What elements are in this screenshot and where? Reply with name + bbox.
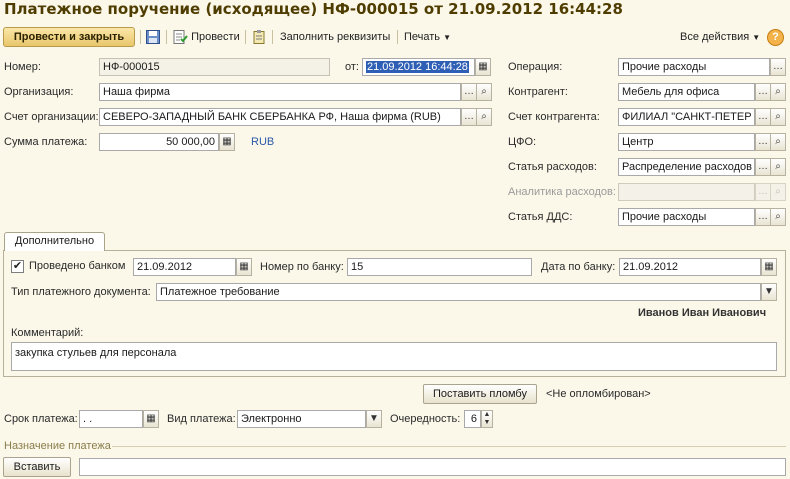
search-icon[interactable]: ⌕ bbox=[476, 83, 492, 101]
calendar-icon[interactable]: ▦ bbox=[236, 258, 252, 276]
print-label: Печать bbox=[404, 31, 441, 43]
priority-label: Очередность: bbox=[390, 413, 461, 425]
responsible-name: Иванов Иван Иванович bbox=[638, 307, 767, 319]
cp-account-field[interactable]: ФИЛИАЛ "САНКТ-ПЕТЕР bbox=[618, 108, 755, 126]
date-value: 21.09.2012 16:44:28 bbox=[366, 61, 469, 73]
clipboard-icon[interactable] bbox=[251, 28, 267, 46]
org-account-field[interactable]: СЕВЕРО-ЗАПАДНЫЙ БАНК СБЕРБАНКА РФ, Наша … bbox=[99, 108, 461, 126]
bank-number-field[interactable]: 15 bbox=[347, 258, 532, 276]
toolbar-separator bbox=[166, 30, 167, 44]
operation-field[interactable]: Прочие расходы bbox=[618, 58, 770, 76]
toolbar: Провести и закрыть Провести Заполнить ре… bbox=[0, 25, 790, 49]
select-ellipsis-icon[interactable]: … bbox=[770, 58, 786, 76]
dropdown-arrow-icon[interactable]: ▼ bbox=[366, 410, 382, 428]
search-icon[interactable]: ⌕ bbox=[770, 83, 786, 101]
date-label: от: bbox=[345, 61, 359, 73]
toolbar-separator bbox=[397, 30, 398, 44]
dds-label: Статья ДДС: bbox=[508, 211, 573, 223]
search-icon[interactable]: ⌕ bbox=[476, 108, 492, 126]
cfo-label: ЦФО: bbox=[508, 136, 537, 148]
select-ellipsis-icon: … bbox=[755, 183, 771, 201]
select-ellipsis-icon[interactable]: … bbox=[755, 208, 771, 226]
post-button[interactable]: Провести bbox=[172, 28, 240, 46]
post-icon bbox=[173, 30, 188, 45]
bank-posted-date-field[interactable]: 21.09.2012 bbox=[133, 258, 236, 276]
doc-type-label: Тип платежного документа: bbox=[11, 286, 151, 298]
operation-label: Операция: bbox=[508, 61, 563, 73]
amount-label: Сумма платежа: bbox=[4, 136, 88, 148]
amount-field[interactable]: 50 000,00 bbox=[99, 133, 219, 151]
bank-posted-label: Проведено банком bbox=[29, 260, 126, 272]
expense-analytics-field bbox=[618, 183, 755, 201]
currency-link[interactable]: RUB bbox=[251, 136, 274, 148]
priority-field[interactable]: 6 bbox=[464, 410, 481, 428]
organization-field[interactable]: Наша фирма bbox=[99, 83, 461, 101]
select-ellipsis-icon[interactable]: … bbox=[461, 83, 477, 101]
expense-analytics-label: Аналитика расходов: bbox=[508, 186, 616, 198]
calendar-icon[interactable]: ▦ bbox=[143, 410, 159, 428]
print-menu[interactable]: Печать ▼ bbox=[404, 28, 451, 46]
org-account-label: Счет организации: bbox=[4, 111, 99, 123]
spinner-icon[interactable]: ▲ ▼ bbox=[481, 410, 493, 428]
save-icon[interactable] bbox=[145, 28, 161, 46]
seal-status: <Не опломбирован> bbox=[546, 388, 651, 400]
toolbar-separator bbox=[140, 30, 141, 44]
purpose-section-label: Назначение платежа bbox=[4, 440, 111, 452]
doc-type-field[interactable]: Платежное требование bbox=[156, 283, 761, 301]
search-icon[interactable]: ⌕ bbox=[770, 208, 786, 226]
due-date-field[interactable]: . . bbox=[79, 410, 143, 428]
insert-button[interactable]: Вставить bbox=[3, 457, 71, 477]
help-icon[interactable]: ? bbox=[767, 29, 784, 46]
organization-label: Организация: bbox=[4, 86, 74, 98]
due-date-label: Срок платежа: bbox=[4, 413, 78, 425]
search-icon: ⌕ bbox=[770, 183, 786, 201]
bank-date-label: Дата по банку: bbox=[541, 261, 616, 273]
search-icon[interactable]: ⌕ bbox=[770, 133, 786, 151]
toolbar-separator bbox=[245, 30, 246, 44]
select-ellipsis-icon[interactable]: … bbox=[755, 158, 771, 176]
post-label: Провести bbox=[191, 31, 240, 43]
search-icon[interactable]: ⌕ bbox=[770, 108, 786, 126]
tab-additional[interactable]: Дополнительно bbox=[4, 232, 105, 251]
bank-posted-checkbox[interactable]: ✔ bbox=[11, 260, 24, 273]
dropdown-arrow-icon[interactable]: ▼ bbox=[761, 283, 777, 301]
date-field[interactable]: 21.09.2012 16:44:28 bbox=[362, 58, 475, 76]
bank-date-field[interactable]: 21.09.2012 bbox=[619, 258, 761, 276]
cp-account-label: Счет контрагента: bbox=[508, 111, 600, 123]
chevron-down-icon: ▼ bbox=[752, 33, 761, 42]
select-ellipsis-icon[interactable]: … bbox=[755, 108, 771, 126]
set-seal-button[interactable]: Поставить пломбу bbox=[423, 384, 537, 404]
counterparty-label: Контрагент: bbox=[508, 86, 568, 98]
comment-field[interactable]: закупка стульев для персонала bbox=[11, 342, 777, 371]
bank-number-label: Номер по банку: bbox=[260, 261, 344, 273]
select-ellipsis-icon[interactable]: … bbox=[755, 133, 771, 151]
fill-details-button[interactable]: Заполнить реквизиты bbox=[280, 28, 390, 46]
select-ellipsis-icon[interactable]: … bbox=[461, 108, 477, 126]
cfo-field[interactable]: Центр bbox=[618, 133, 755, 151]
calculator-icon[interactable]: ▦ bbox=[219, 133, 235, 151]
all-actions-label: Все действия bbox=[680, 31, 750, 43]
expense-item-label: Статья расходов: bbox=[508, 161, 597, 173]
calendar-icon[interactable]: ▦ bbox=[475, 58, 491, 76]
toolbar-separator bbox=[272, 30, 273, 44]
chevron-down-icon: ▼ bbox=[443, 33, 452, 42]
payment-type-label: Вид платежа: bbox=[167, 413, 236, 425]
counterparty-field[interactable]: Мебель для офиса bbox=[618, 83, 755, 101]
purpose-field[interactable] bbox=[79, 458, 786, 476]
dds-field[interactable]: Прочие расходы bbox=[618, 208, 755, 226]
post-and-close-button[interactable]: Провести и закрыть bbox=[3, 27, 135, 47]
comment-label: Комментарий: bbox=[11, 327, 84, 339]
window-title: Платежное поручение (исходящее) НФ-00001… bbox=[4, 0, 623, 18]
payment-type-field[interactable]: Электронно bbox=[237, 410, 366, 428]
select-ellipsis-icon[interactable]: … bbox=[755, 83, 771, 101]
expense-item-field[interactable]: Распределение расходов bbox=[618, 158, 755, 176]
section-divider bbox=[112, 446, 786, 447]
number-label: Номер: bbox=[4, 61, 41, 73]
search-icon[interactable]: ⌕ bbox=[770, 158, 786, 176]
calendar-icon[interactable]: ▦ bbox=[761, 258, 777, 276]
number-field[interactable]: НФ-000015 bbox=[99, 58, 330, 76]
all-actions-menu[interactable]: Все действия ▼ bbox=[680, 28, 760, 46]
